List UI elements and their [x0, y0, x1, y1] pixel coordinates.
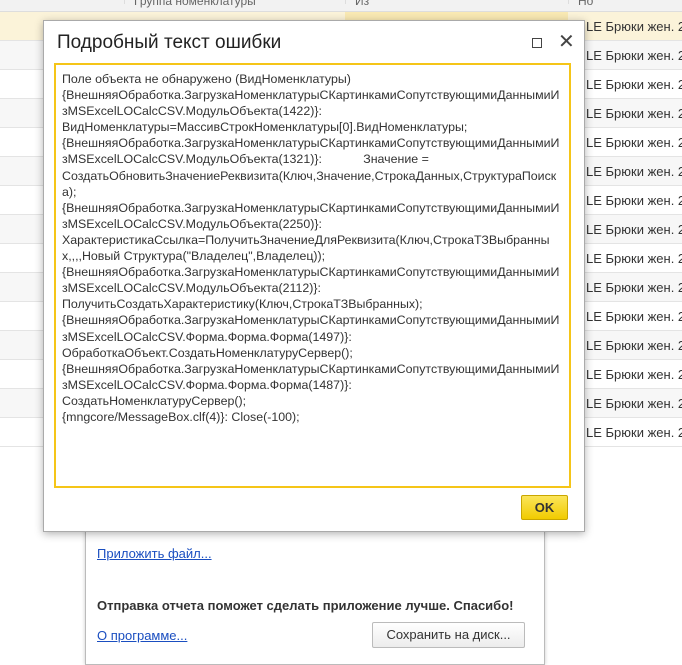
table-cell: LE Брюки жен. 2 — [586, 396, 682, 411]
table-cell: LE Брюки жен. 2 — [586, 222, 682, 237]
table-cell: LE Брюки жен. 2 — [586, 338, 682, 353]
column-header[interactable]: Из — [355, 0, 369, 8]
ok-button[interactable]: OK — [521, 495, 568, 520]
attach-file-link[interactable]: Приложить файл... — [97, 546, 212, 561]
error-text-area[interactable]: Поле объекта не обнаружено (ВидНоменклат… — [54, 63, 571, 488]
table-header: Группа номенклатуры Из Но — [0, 0, 682, 12]
table-cell: LE Брюки жен. 2 — [586, 251, 682, 266]
table-cell: LE Брюки жен. 2 — [586, 425, 682, 440]
error-details-dialog: Подробный текст ошибки ✕ Поле объекта не… — [43, 20, 585, 532]
column-header[interactable]: Группа номенклатуры — [134, 0, 256, 8]
table-cell: LE Брюки жен. 2 — [586, 135, 682, 150]
table-cell: LE Брюки жен. 2 — [586, 309, 682, 324]
close-icon[interactable]: ✕ — [558, 29, 575, 54]
table-cell: LE Брюки жен. 2 — [586, 48, 682, 63]
table-cell: LE Брюки жен. 2 — [586, 106, 682, 121]
column-header[interactable]: Но — [578, 0, 593, 8]
table-cell: LE Брюки жен. 2 — [586, 164, 682, 179]
about-link[interactable]: О программе... — [97, 628, 187, 643]
thanks-text: Отправка отчета поможет сделать приложен… — [97, 598, 514, 613]
table-cell: LE Брюки жен. 2 — [586, 77, 682, 92]
table-cell: LE Брюки жен. 2 — [586, 19, 682, 34]
table-cell: LE Брюки жен. 2 — [586, 367, 682, 382]
table-cell: LE Брюки жен. 2 — [586, 280, 682, 295]
save-to-disk-button[interactable]: Сохранить на диск... — [372, 622, 525, 648]
table-cell: LE Брюки жен. 2 — [586, 193, 682, 208]
dialog-title: Подробный текст ошибки — [57, 32, 282, 53]
maximize-icon[interactable] — [532, 38, 542, 48]
